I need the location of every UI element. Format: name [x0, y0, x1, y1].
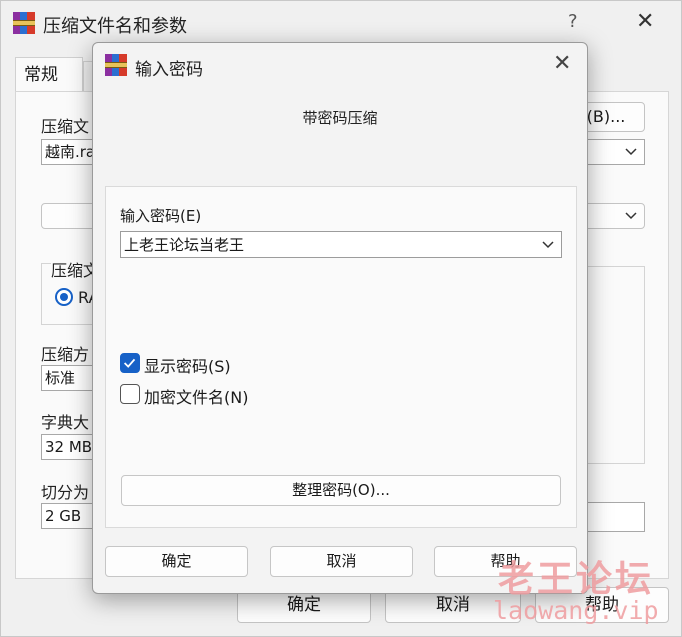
- encrypt-filenames-label[interactable]: 加密文件名(N): [144, 384, 248, 408]
- dialog-ok-button[interactable]: 确定: [105, 546, 248, 577]
- close-icon[interactable]: ✕: [553, 51, 571, 76]
- split-volumes-label: 切分为: [41, 483, 90, 502]
- show-password-checkbox[interactable]: [120, 353, 140, 373]
- window-title: 压缩文件名和参数: [43, 16, 187, 37]
- help-icon[interactable]: ?: [568, 11, 578, 32]
- compression-method-label: 压缩方: [41, 345, 90, 364]
- tab-general[interactable]: 常规: [15, 57, 83, 91]
- archive-name-value: 越南.ra: [45, 143, 96, 161]
- chevron-down-icon[interactable]: [541, 238, 555, 252]
- dialog-subtitle: 带密码压缩: [302, 109, 378, 127]
- dialog-title: 输入密码: [135, 60, 203, 80]
- password-value: 上老王论坛当老王: [124, 236, 245, 254]
- chevron-down-icon: [625, 212, 637, 220]
- checkmark-icon: [123, 358, 136, 368]
- winrar-icon: [13, 12, 35, 34]
- password-input[interactable]: 上老王论坛当老王: [120, 231, 562, 258]
- organize-passwords-button[interactable]: 整理密码(O)...: [121, 475, 561, 506]
- watermark-text: 老王论坛: [498, 559, 655, 600]
- parameters-field[interactable]: [587, 502, 645, 532]
- chevron-down-icon: [625, 148, 637, 156]
- password-label: 输入密码(E): [120, 207, 202, 225]
- dialog-cancel-button[interactable]: 取消: [270, 546, 413, 577]
- winrar-icon: [105, 54, 127, 76]
- archive-name-label: 压缩文: [41, 117, 90, 136]
- rar-format-radio[interactable]: [55, 288, 73, 306]
- title-bar: 压缩文件名和参数 ? ✕: [1, 1, 681, 45]
- watermark-url: laowang.vip: [493, 596, 659, 625]
- compression-method-value: 标准: [45, 369, 76, 387]
- close-icon[interactable]: ✕: [636, 9, 654, 34]
- options-group: [587, 266, 645, 464]
- encrypt-filenames-checkbox[interactable]: [120, 384, 140, 404]
- dictionary-size-label: 字典大: [41, 413, 90, 432]
- split-volumes-value: 2 GB: [45, 507, 82, 525]
- enter-password-dialog: 输入密码 ✕ 带密码压缩 输入密码(E) 上老王论坛当老王 显示密码(S) 加密…: [92, 42, 588, 594]
- show-password-label[interactable]: 显示密码(S): [144, 353, 231, 377]
- dictionary-size-value: 32 MB: [45, 438, 93, 456]
